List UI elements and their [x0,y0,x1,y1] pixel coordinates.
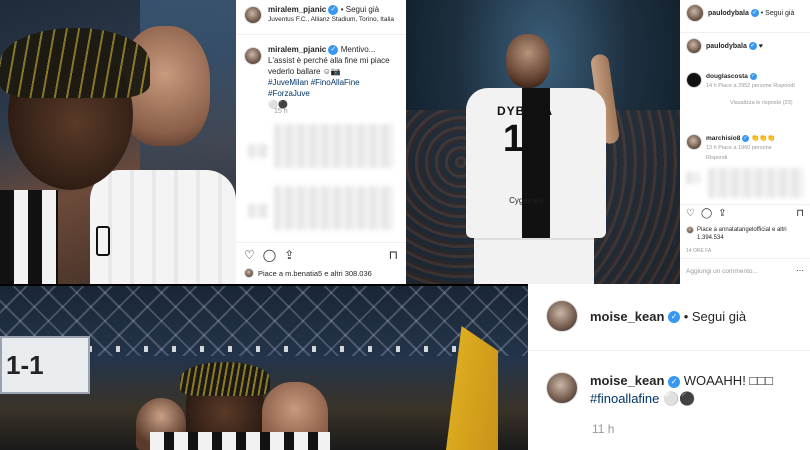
emoji-icon: ⚪⚫ [663,391,696,406]
caption-text: WOAAHH! [683,373,750,388]
caption-username[interactable]: moise_kean [590,373,664,388]
comment-icon[interactable]: ◯ [263,248,276,262]
follow-button[interactable]: • Segui già [341,5,379,14]
avatar[interactable] [686,134,702,150]
post-time: 11 h [592,422,615,436]
instagram-post-pjanic: miralem_pjanic ✓ • Segui già Juventus F.… [236,0,406,284]
blurred-comment [274,186,394,230]
blurred-comment [248,144,268,158]
username[interactable]: paulodybala [708,10,749,17]
comment-meta: 13 h Piace a 1960 persone [706,145,772,151]
likes-count[interactable]: Piace a annatatangelofficial e altri 1.3… [697,226,806,242]
comment-text: 👏👏👏 [750,135,776,142]
follow-label: Segui già [765,9,795,17]
avatar[interactable] [546,300,578,332]
score-text: 1-1 [6,350,44,380]
share-icon[interactable]: ⇪ [284,248,294,262]
dreadlocks [180,362,270,396]
post-date: 14 ORE FA [686,248,712,254]
avatar[interactable] [244,6,262,24]
juventus-crest [96,226,110,256]
player-jersey [150,432,330,450]
instagram-post-kean: moise_kean ✓ • Segui già moise_kean ✓ WO… [528,284,810,450]
post-time: 15 h [274,108,288,115]
likes-count[interactable]: Piace a m.benatia5 e altri 308.036 [258,269,372,278]
player-figure [506,34,550,88]
jersey-name: DYBALA [497,104,553,118]
instagram-post-dybala: paulodybala ✓ • Segui già paulodybala ✓ … [680,0,810,284]
bookmark-icon[interactable]: ⊓ [796,208,804,219]
follow-label: Segui già [691,308,747,324]
verified-icon: ✓ [748,42,757,50]
caption-text: Mentivo... [340,45,376,54]
verified-icon: ✓ [328,4,339,15]
share-icon[interactable]: ⇪ [718,208,726,219]
jersey-number: 10 [502,118,546,160]
blurred-comment [274,124,394,168]
reply-link[interactable]: Rispondi [706,155,727,161]
comment-input[interactable]: Aggiungi un commento... [686,268,758,275]
avatar[interactable] [686,72,702,88]
caption-text: vederlo ballare [268,67,321,76]
photo-kean-bonucci-celebration [0,0,236,284]
caption-username[interactable]: paulodybala [706,43,747,50]
avatar[interactable] [244,47,262,65]
comment-username[interactable]: douglascosta [706,73,748,80]
follow-button[interactable]: • Segui già [761,10,795,17]
follow-label: Segui già [345,5,380,15]
heart-icon[interactable]: ♡ [244,248,255,262]
bookmark-icon[interactable]: ⊓ [389,248,398,262]
emoji-icon: □□□ [749,373,773,388]
view-replies-link[interactable]: Visualizza le risposte (23) [706,99,806,108]
photo-team-celebration: 1-1 [0,286,528,450]
heart-icon[interactable]: ♡ [686,208,695,219]
avatar[interactable] [244,268,254,278]
photo-dybala-celebration: DYBALA 10 Cygames [406,0,680,284]
username[interactable]: moise_kean [590,309,664,324]
hashtags[interactable]: #JuveMilan #FinoAllaFine #ForzaJuve [268,78,360,98]
more-options-icon[interactable]: ⋯ [796,266,804,275]
verified-icon: ✓ [749,72,757,80]
player-shorts [474,238,594,284]
caption-username[interactable]: miralem_pjanic [268,45,326,54]
emoji-icon: ☺📷 [322,67,341,76]
stadium-lights [60,346,500,352]
verified-icon: ✓ [328,44,339,55]
avatar[interactable] [686,4,704,22]
comment-meta: 14 h Piace a 2952 persone Rispondi [706,83,795,89]
follow-button[interactable]: • Segui già [684,309,746,324]
location[interactable]: Juventus F.C., Allianz Stadium, Torino, … [268,15,394,25]
verified-icon: ✓ [668,375,681,388]
caption-text: ♥ [758,42,763,50]
dreadlocks [0,28,150,98]
scoreboard: 1-1 [0,336,90,394]
avatar[interactable] [686,38,702,54]
blurred-comment [708,168,804,198]
verified-icon: ✓ [750,8,759,17]
caption-text: L'assist è perché alla fine mi piace [268,56,390,65]
comment-username[interactable]: marchisio8 [706,135,740,142]
sponsor-text: Cygames [509,196,543,205]
player-jersey [90,170,236,284]
avatar[interactable] [686,226,694,234]
player-jersey [0,190,58,284]
verified-icon: ✓ [742,134,750,142]
verified-icon: ✓ [668,311,681,324]
hashtag[interactable]: #finoallafine [590,391,659,406]
blurred-comment [686,172,700,184]
comment-icon[interactable]: ◯ [701,208,712,219]
blurred-comment [248,204,268,218]
avatar[interactable] [546,372,578,404]
username[interactable]: miralem_pjanic [268,5,326,14]
